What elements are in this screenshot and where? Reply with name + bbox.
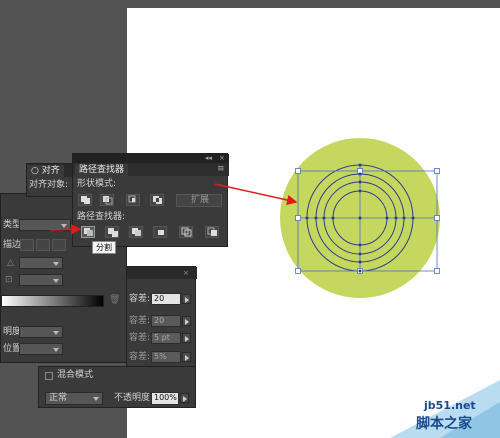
- crop-button[interactable]: [153, 226, 167, 238]
- tolerance-label-4: 容差:: [129, 352, 151, 362]
- crop-icon: [158, 230, 164, 235]
- watermark-site: jb51.net: [424, 399, 476, 412]
- blend-mode-label: 混合模式: [57, 370, 94, 380]
- panel-collapse-icon[interactable]: ×: [183, 268, 189, 279]
- tolerance-panel: × 容差: 20 容差: 20 容差: 5 pt 容差: 5%: [126, 266, 197, 368]
- expand-button[interactable]: 扩展: [176, 194, 222, 207]
- align-to-label: 对齐对象:: [29, 180, 69, 190]
- watermark: jb51.net 脚本之家: [360, 360, 500, 438]
- unite-button[interactable]: [78, 194, 92, 206]
- tolerance-stepper-2[interactable]: [182, 316, 191, 326]
- stroke-option-1[interactable]: [20, 239, 34, 251]
- intersect-icon: [128, 195, 136, 203]
- tolerance-label-1: 容差:: [129, 294, 151, 304]
- opacity-field[interactable]: 100%: [151, 392, 179, 405]
- align-panel: ○ 对齐 对齐对象:: [26, 163, 75, 197]
- merge-button[interactable]: [129, 226, 143, 238]
- minus-back-button[interactable]: [205, 226, 219, 238]
- tab-align[interactable]: ○ 对齐: [27, 165, 64, 177]
- aspect-icon: ⊡: [5, 275, 13, 285]
- minus-back-icon: [207, 227, 217, 236]
- opacity-stepper[interactable]: [180, 393, 189, 403]
- blend-mode-dropdown[interactable]: 正常: [45, 392, 103, 405]
- tolerance-field-1[interactable]: 20: [151, 293, 181, 305]
- stroke-option-3[interactable]: [52, 239, 66, 251]
- divide-tooltip: 分割: [92, 241, 116, 254]
- minus-front-button[interactable]: [100, 194, 114, 206]
- tolerance-field-2[interactable]: 20: [151, 315, 181, 327]
- merge-icon: [132, 228, 141, 236]
- angle-dropdown[interactable]: [19, 257, 63, 269]
- blend-mode-value: 正常: [49, 393, 68, 403]
- trash-icon[interactable]: 🗑: [109, 295, 120, 306]
- minus-front-icon: [103, 196, 113, 205]
- tolerance-stepper-4[interactable]: [182, 352, 191, 362]
- gradient-slider[interactable]: [1, 295, 104, 307]
- exclude-button[interactable]: [150, 194, 164, 206]
- trim-icon: [108, 228, 118, 237]
- stroke-option-2[interactable]: [36, 239, 50, 251]
- tolerance-stepper-3[interactable]: [182, 333, 191, 343]
- tolerance-label-3: 容差:: [129, 333, 151, 343]
- opacity-label: 不透明度:: [114, 393, 154, 403]
- angle-icon: △: [7, 258, 14, 268]
- pathfinders-label: 路径查找器:: [77, 212, 126, 222]
- tolerance-stepper-1[interactable]: [182, 294, 191, 304]
- opacity-dropdown[interactable]: [19, 326, 63, 338]
- outline-button[interactable]: [179, 226, 193, 238]
- divide-icon: [84, 228, 93, 236]
- panel-menu-icon[interactable]: ≡: [217, 164, 225, 175]
- gradient-type-dropdown[interactable]: [19, 219, 71, 231]
- outline-icon: [181, 227, 192, 237]
- tolerance-field-4[interactable]: 5%: [151, 351, 181, 363]
- transparency-panel: 混合模式 正常 不透明度: 100%: [38, 366, 196, 408]
- location-dropdown[interactable]: [19, 343, 63, 355]
- divide-button[interactable]: [81, 226, 95, 238]
- watermark-name: 脚本之家: [416, 416, 472, 432]
- aspect-dropdown[interactable]: [19, 274, 63, 286]
- tab-pathfinder[interactable]: 路径查找器: [75, 164, 129, 176]
- artwork-canvas[interactable]: [270, 130, 450, 305]
- exclude-icon: [153, 196, 162, 204]
- tolerance-label-2: 容差:: [129, 316, 151, 326]
- unite-icon: [81, 196, 90, 204]
- trim-button[interactable]: [105, 226, 119, 238]
- intersect-button[interactable]: [126, 194, 140, 206]
- tolerance-field-3[interactable]: 5 pt: [151, 332, 181, 344]
- shape-modes-label: 形状模式:: [77, 179, 117, 189]
- pathfinder-panel: ◂◂ × 路径查找器 ≡ 形状模式: 扩展 路径查找器:: [72, 153, 229, 247]
- blend-mode-checkbox[interactable]: [45, 372, 53, 380]
- expand-label: 扩展: [191, 195, 210, 205]
